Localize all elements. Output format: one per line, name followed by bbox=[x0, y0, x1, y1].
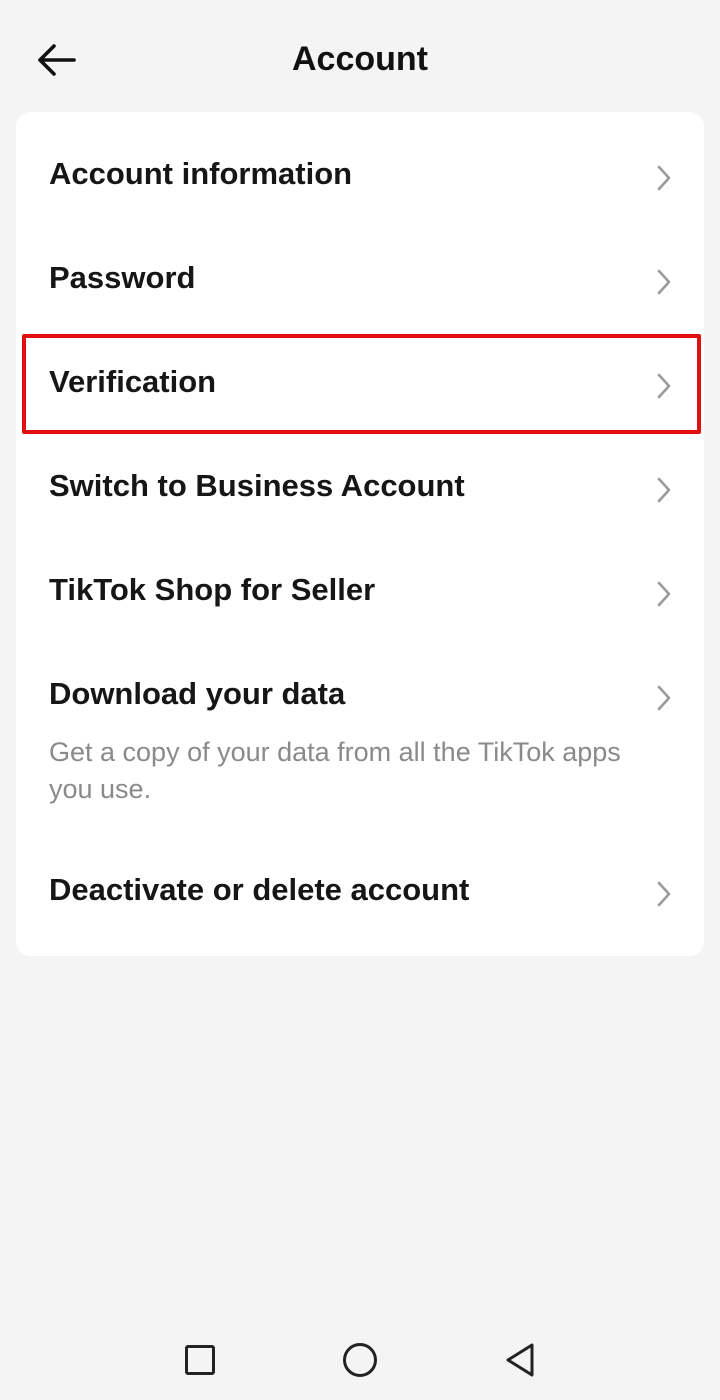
menu-item-deactivate-or-delete-account[interactable]: Deactivate or delete account bbox=[16, 828, 704, 940]
page-title: Account bbox=[292, 40, 428, 78]
menu-item-label: Download your data bbox=[49, 676, 346, 711]
chevron-right-icon bbox=[657, 881, 671, 907]
chevron-right-icon bbox=[657, 685, 671, 711]
menu-item-label: Deactivate or delete account bbox=[49, 872, 470, 907]
account-menu-card: Account information Password Verificatio… bbox=[16, 112, 704, 956]
chevron-right-icon bbox=[657, 581, 671, 607]
menu-item-description: Get a copy of your data from all the Tik… bbox=[49, 737, 621, 804]
home-icon bbox=[343, 1343, 377, 1377]
home-button[interactable] bbox=[336, 1336, 384, 1384]
menu-item-tiktok-shop-for-seller[interactable]: TikTok Shop for Seller bbox=[16, 528, 704, 632]
chevron-right-icon bbox=[657, 165, 671, 191]
menu-item-label: Verification bbox=[49, 364, 217, 399]
system-navigation-bar bbox=[0, 1320, 720, 1400]
menu-item-download-your-data[interactable]: Download your data Get a copy of your da… bbox=[16, 632, 704, 828]
recent-apps-button[interactable] bbox=[176, 1336, 224, 1384]
chevron-right-icon bbox=[657, 477, 671, 503]
top-bar: Account bbox=[0, 0, 720, 116]
menu-item-label: Password bbox=[49, 260, 196, 295]
menu-item-label: Switch to Business Account bbox=[49, 468, 465, 503]
back-triangle-icon bbox=[506, 1343, 534, 1377]
menu-item-password[interactable]: Password bbox=[16, 216, 704, 320]
chevron-right-icon bbox=[657, 373, 671, 399]
menu-item-switch-to-business-account[interactable]: Switch to Business Account bbox=[16, 424, 704, 528]
menu-item-verification[interactable]: Verification bbox=[16, 320, 704, 424]
menu-item-label: TikTok Shop for Seller bbox=[49, 572, 376, 607]
system-back-button[interactable] bbox=[496, 1336, 544, 1384]
chevron-right-icon bbox=[657, 269, 671, 295]
recent-apps-icon bbox=[185, 1345, 215, 1375]
menu-item-account-information[interactable]: Account information bbox=[16, 112, 704, 216]
menu-item-label: Account information bbox=[49, 156, 353, 191]
